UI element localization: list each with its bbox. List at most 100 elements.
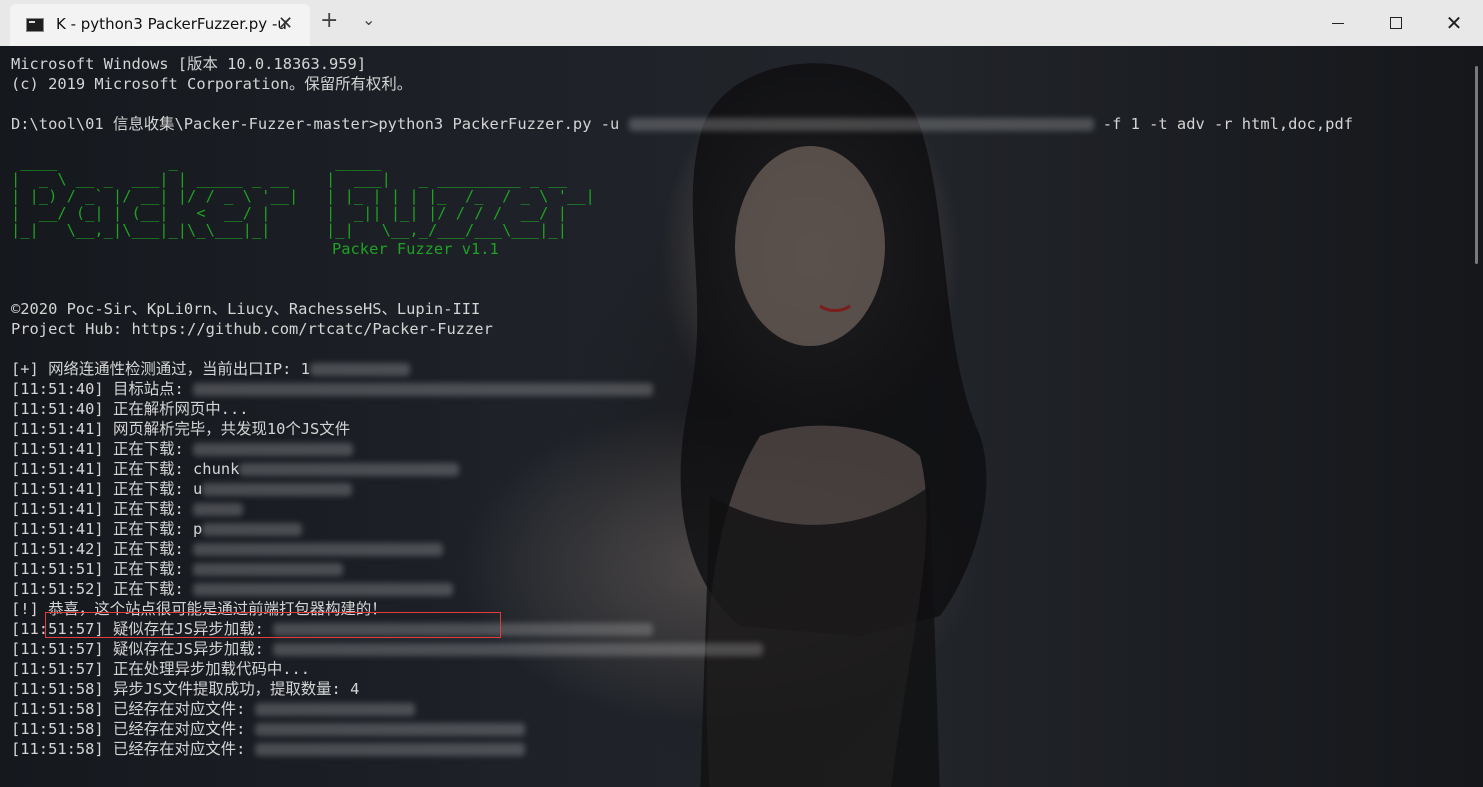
log-text: 网络连通性检测通过，当前出口IP: 1 (48, 360, 310, 378)
log-prefix: [11:51:52] (11, 580, 113, 598)
log-text: 正在下载: (112, 560, 194, 578)
log-text: 正在下载: p (112, 520, 203, 538)
title-bar[interactable]: K - python3 PackerFuzzer.py -u ✕ + ⌄ ✕ (0, 0, 1483, 46)
log-prefix: [11:51:42] (11, 540, 113, 558)
command-prefix: D:\tool\01 信息收集\Packer-Fuzzer-master>pyt… (11, 115, 629, 133)
redacted-value (254, 743, 525, 756)
log-prefix: [+] (11, 360, 49, 378)
log-prefix: [!] (11, 600, 49, 618)
log-text: 正在下载: (112, 580, 194, 598)
redacted-value (193, 543, 444, 556)
log-prefix: [11:51:40] (11, 380, 113, 398)
log-line: [11:51:58] 已经存在对应文件: (11, 699, 1471, 719)
maximize-icon (1390, 17, 1402, 29)
redacted-value (273, 643, 764, 656)
log-line-success: [!] 恭喜，这个站点很可能是通过前端打包器构建的！ (11, 599, 1471, 619)
log-text: 疑似存在JS异步加载: (112, 620, 274, 638)
redacted-value (254, 723, 525, 736)
log-line: [11:51:40] 目标站点: (11, 379, 1471, 399)
redacted-url (628, 118, 1094, 131)
chevron-down-icon[interactable]: ⌄ (362, 10, 375, 29)
log-line: [11:51:57] 疑似存在JS异步加载: (11, 639, 1471, 659)
log-line: [11:51:41] 正在下载: (11, 439, 1471, 459)
log-prefix: [11:51:57] (11, 640, 113, 658)
log-line: [11:51:58] 异步JS文件提取成功，提取数量: 4 (11, 679, 1471, 699)
log-prefix: [11:51:58] (11, 740, 113, 758)
log-text: 已经存在对应文件: (112, 720, 255, 738)
log-line: [11:51:40] 正在解析网页中... (11, 399, 1471, 419)
log-text: 异步JS文件提取成功，提取数量: 4 (112, 680, 360, 698)
banner-ascii: ____ _ _____ | _ \ __ _ ___| | _____ _ _… (11, 153, 595, 239)
log-line: [11:51:58] 已经存在对应文件: (11, 739, 1471, 759)
log-text: 正在下载: (112, 540, 194, 558)
redacted-value (193, 383, 654, 396)
log-text: 网页解析完毕，共发现10个JS文件 (112, 420, 351, 438)
log-prefix: [11:51:41] (11, 480, 113, 498)
log-prefix: [11:51:58] (11, 720, 113, 738)
tab-close-icon[interactable]: ✕ (278, 13, 293, 34)
terminal-output: Microsoft Windows [版本 10.0.18363.959] (c… (11, 54, 1471, 759)
log-text: 疑似存在JS异步加载: (112, 640, 274, 658)
maximize-button[interactable] (1367, 0, 1425, 46)
close-button[interactable]: ✕ (1425, 0, 1483, 46)
log-text: 已经存在对应文件: (112, 740, 255, 758)
log-line: [11:51:57] 疑似存在JS异步加载: (11, 619, 1471, 639)
log-line: [11:51:58] 已经存在对应文件: (11, 719, 1471, 739)
terminal-line: (c) 2019 Microsoft Corporation。保留所有权利。 (11, 75, 413, 93)
terminal-pane[interactable]: Microsoft Windows [版本 10.0.18363.959] (c… (0, 46, 1483, 787)
log-prefix: [11:51:58] (11, 680, 113, 698)
credits-line: Project Hub: https://github.com/rtcatc/P… (11, 320, 493, 338)
log-text: 正在下载: (112, 500, 194, 518)
terminal-window: K - python3 PackerFuzzer.py -u ✕ + ⌄ ✕ M… (0, 0, 1483, 787)
log-line: [11:51:41] 正在下载: u (11, 479, 1471, 499)
redacted-value (193, 583, 454, 596)
log-prefix: [11:51:41] (11, 500, 113, 518)
log-line: [11:51:42] 正在下载: (11, 539, 1471, 559)
redacted-value (193, 443, 354, 456)
log-line: [11:51:41] 网页解析完毕，共发现10个JS文件 (11, 419, 1471, 439)
log-prefix: [11:51:57] (11, 660, 113, 678)
redacted-value (193, 503, 244, 516)
log-line: [11:51:41] 正在下载: p (11, 519, 1471, 539)
log-text: 正在下载: chunk (112, 460, 240, 478)
log-text: 正在下载: u (112, 480, 203, 498)
minimize-button[interactable] (1309, 0, 1367, 46)
redacted-value (193, 563, 344, 576)
log-line: [11:51:41] 正在下载: (11, 499, 1471, 519)
log-line: [11:51:41] 正在下载: chunk (11, 459, 1471, 479)
credits-line: ©2020 Poc-Sir、KpLi0rn、Liucy、RachesseHS、L… (11, 300, 481, 318)
log-line: [11:51:52] 正在下载: (11, 579, 1471, 599)
close-icon: ✕ (1445, 11, 1463, 35)
new-tab-icon[interactable]: + (320, 10, 338, 32)
log-prefix: [11:51:41] (11, 440, 113, 458)
log-text: 已经存在对应文件: (112, 700, 255, 718)
redacted-value (273, 623, 654, 636)
log-prefix: [11:51:41] (11, 520, 113, 538)
command-line: D:\tool\01 信息收集\Packer-Fuzzer-master>pyt… (11, 114, 1471, 134)
redacted-value (202, 523, 303, 536)
scrollbar[interactable] (1475, 66, 1478, 264)
log-text: 正在下载: (112, 440, 194, 458)
log-line: [11:51:51] 正在下载: (11, 559, 1471, 579)
log-prefix: [11:51:58] (11, 700, 113, 718)
log-text: 正在解析网页中... (112, 400, 249, 418)
cmd-icon (26, 18, 44, 32)
log-prefix: [11:51:51] (11, 560, 113, 578)
minimize-icon (1332, 22, 1344, 24)
terminal-line: Microsoft Windows [版本 10.0.18363.959] (11, 55, 367, 73)
log-prefix: [11:51:41] (11, 460, 113, 478)
log-prefix: [11:51:41] (11, 420, 113, 438)
redacted-value (202, 483, 353, 496)
tab-active[interactable]: K - python3 PackerFuzzer.py -u ✕ (10, 4, 310, 46)
redacted-value (239, 463, 460, 476)
command-suffix: -f 1 -t adv -r html,doc,pdf (1093, 115, 1353, 133)
redacted-value (254, 703, 415, 716)
log-prefix: [11:51:57] (11, 620, 113, 638)
redacted-value (309, 363, 410, 376)
log-text: 目标站点: (112, 380, 194, 398)
